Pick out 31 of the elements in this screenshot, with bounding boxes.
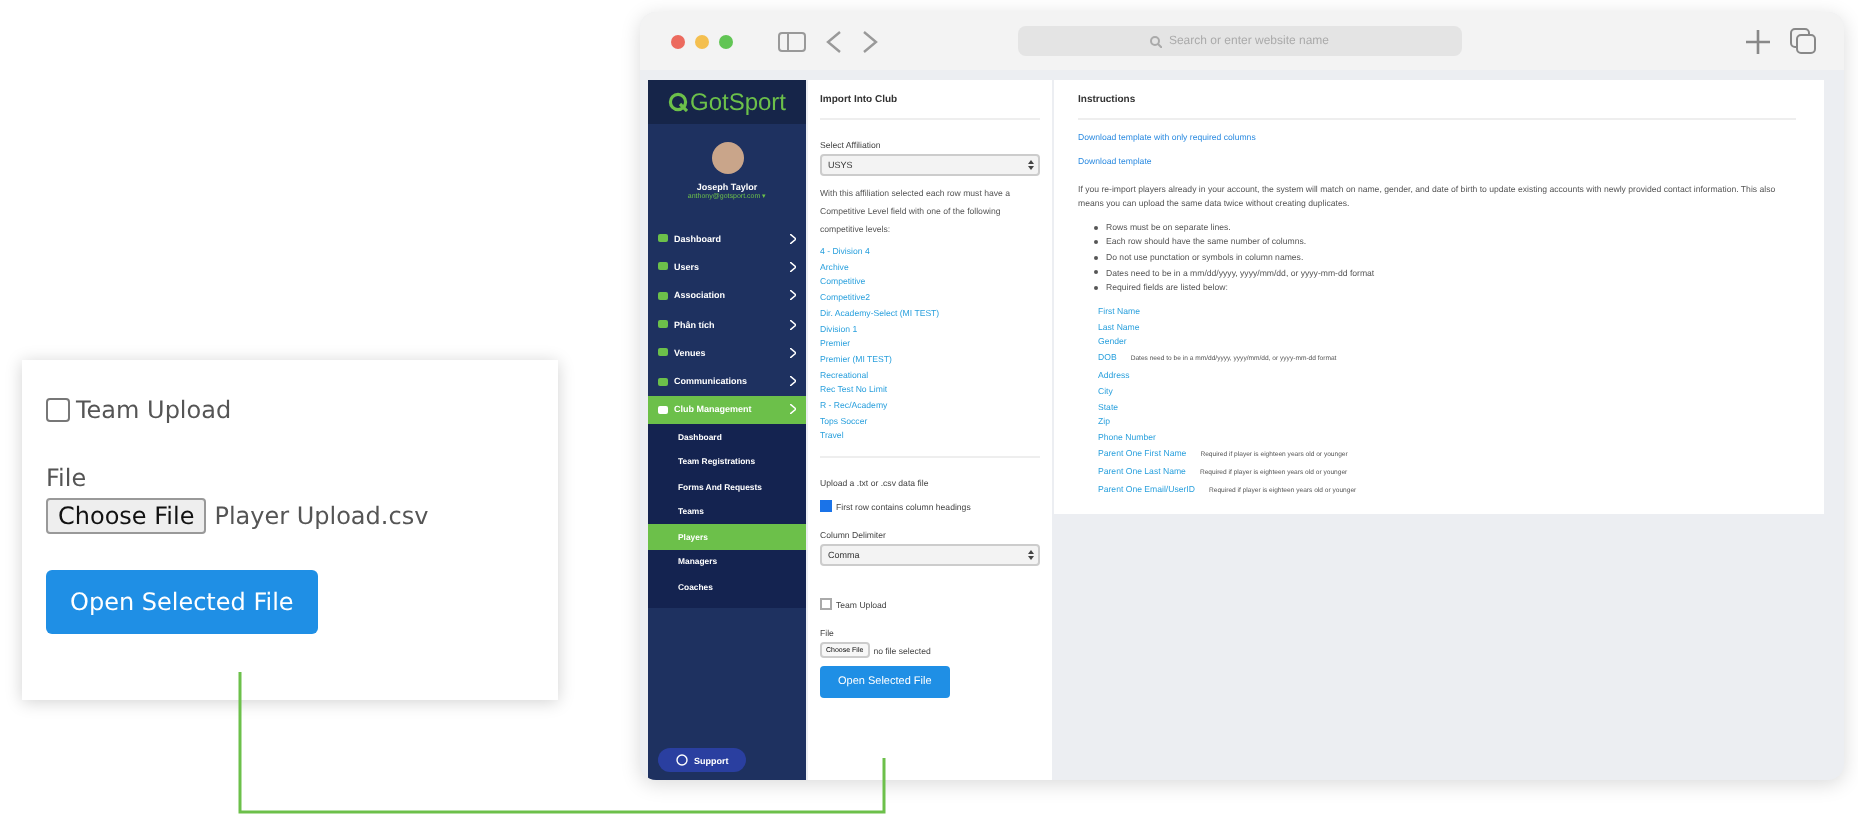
file-name: Player Upload.csv bbox=[214, 502, 429, 530]
chevron-icon bbox=[790, 233, 796, 244]
chevron-icon bbox=[790, 347, 796, 358]
sidebar-toggle-icon[interactable] bbox=[778, 31, 806, 51]
chevron-icon bbox=[790, 261, 796, 272]
menu-item-icon bbox=[658, 291, 668, 300]
chevron-icon bbox=[790, 290, 796, 301]
search-icon bbox=[1150, 35, 1163, 47]
forward-icon[interactable] bbox=[862, 29, 878, 53]
chevron-icon bbox=[790, 404, 796, 415]
menu-item-icon bbox=[658, 348, 668, 357]
back-icon[interactable] bbox=[826, 29, 842, 53]
chevron-icon bbox=[790, 319, 796, 330]
dropdown-arrows-icon bbox=[1028, 550, 1034, 561]
logo-icon bbox=[667, 92, 688, 112]
team-upload-checkbox[interactable]: Team Upload bbox=[46, 396, 232, 424]
menu-item-icon bbox=[658, 234, 668, 243]
logo-text: GotSport bbox=[689, 88, 787, 116]
avatar bbox=[711, 142, 743, 174]
dropdown-arrows-icon bbox=[1028, 160, 1034, 170]
new-tab-icon[interactable] bbox=[1746, 29, 1770, 53]
menu-item-icon bbox=[658, 405, 668, 414]
tabs-overview-icon[interactable] bbox=[1790, 28, 1816, 54]
menu-item-icon bbox=[658, 320, 668, 329]
field-label: File bbox=[46, 464, 87, 492]
chevron-icon bbox=[790, 376, 796, 387]
menu-item-icon bbox=[658, 377, 668, 386]
help-icon bbox=[676, 754, 688, 766]
choose-file-button[interactable]: Choose File bbox=[46, 498, 207, 534]
window-controls-icon[interactable] bbox=[670, 33, 738, 49]
menu-item-icon bbox=[658, 262, 668, 271]
